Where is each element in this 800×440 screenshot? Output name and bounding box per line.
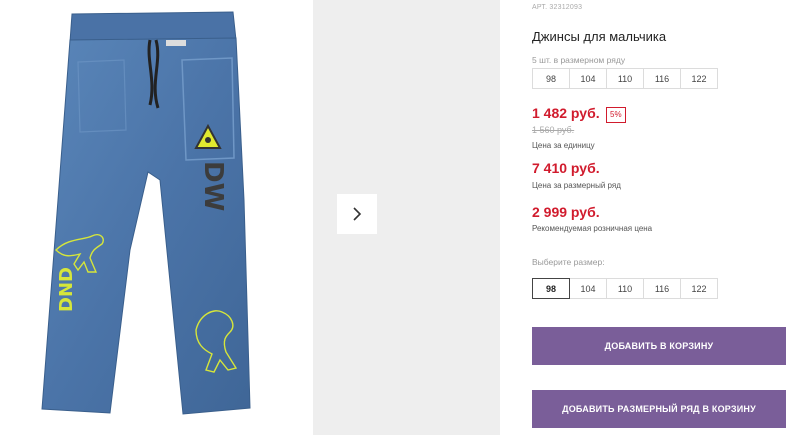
jeans-print-text: DW (198, 161, 228, 211)
size-option[interactable]: 116 (643, 278, 681, 299)
row-price-caption: Цена за размерный ряд (532, 181, 621, 190)
size-row-item: 110 (606, 68, 644, 89)
size-selector: 98 104 110 116 122 (532, 278, 718, 299)
row-price: 7 410 руб. (532, 160, 600, 176)
size-row-item: 104 (569, 68, 607, 89)
article-number: АРТ. 32312093 (532, 4, 583, 11)
size-option[interactable]: 110 (606, 278, 644, 299)
size-option[interactable]: 122 (680, 278, 718, 299)
size-row-item: 116 (643, 68, 681, 89)
old-price: 1 560 руб. (532, 125, 575, 135)
product-title: Джинсы для мальчика (532, 29, 667, 44)
add-to-cart-button[interactable]: ДОБАВИТЬ В КОРЗИНУ (532, 327, 786, 365)
jeans-leg-print: DND (56, 267, 77, 312)
add-size-row-to-cart-button[interactable]: ДОБАВИТЬ РАЗМЕРНЫЙ РЯД В КОРЗИНУ (532, 390, 786, 428)
unit-price-caption: Цена за единицу (532, 141, 595, 150)
recommended-price: 2 999 руб. (532, 204, 600, 220)
discount-badge: 5% (606, 107, 626, 123)
size-row-item: 122 (680, 68, 718, 89)
size-row-list: 98 104 110 116 122 (532, 68, 718, 89)
jeans-illustration: DW DND (41, 11, 251, 415)
select-size-label: Выберите размер: (532, 257, 605, 267)
size-row-note: 5 шт. в размерном ряду (532, 55, 626, 65)
size-option[interactable]: 104 (569, 278, 607, 299)
size-row-item: 98 (532, 68, 570, 89)
unit-price: 1 482 руб. (532, 105, 600, 121)
recommended-price-caption: Рекомендуемая розничная цена (532, 224, 653, 233)
gallery-next-button[interactable] (337, 194, 377, 234)
chevron-right-icon (353, 207, 362, 221)
size-option-selected[interactable]: 98 (532, 278, 570, 299)
product-image[interactable]: DW DND (0, 0, 312, 435)
product-gallery: DW DND (0, 0, 500, 435)
